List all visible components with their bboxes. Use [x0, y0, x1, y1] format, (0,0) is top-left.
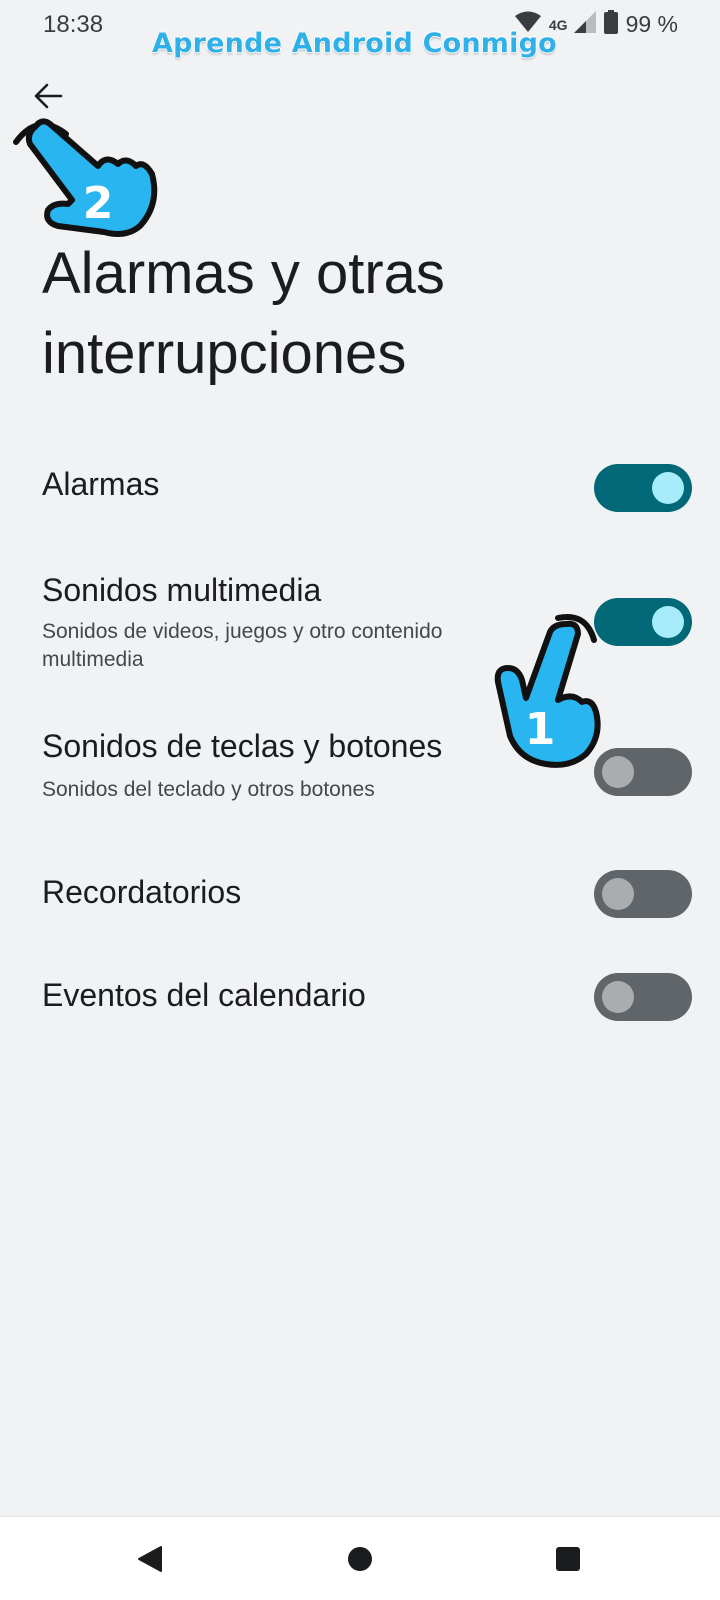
battery-icon [603, 10, 618, 39]
pref-summary: Sonidos del teclado y otros botones [42, 778, 375, 801]
triangle-back-icon [138, 1545, 162, 1572]
switch-thumb [652, 606, 684, 638]
pref-summary: Sonidos de videos, juegos y otro conteni… [42, 620, 443, 671]
system-nav-bar [0, 1516, 720, 1600]
pref-title: Alarmas [42, 466, 160, 502]
pref-title: Eventos del calendario [42, 977, 366, 1013]
pref-row-sonidos-multimedia[interactable]: Sonidos multimedia Sonidos de videos, ju… [0, 560, 720, 680]
signal-icon [573, 11, 596, 38]
pref-row-alarmas[interactable]: Alarmas [0, 446, 720, 530]
switch-alarmas[interactable] [594, 464, 692, 512]
switch-thumb [652, 472, 684, 504]
switch-sonidos-multimedia[interactable] [594, 598, 692, 646]
pref-title: Sonidos de teclas y botones [42, 728, 443, 764]
page-title: Alarmas y otras interrupciones [42, 241, 445, 386]
switch-recordatorios[interactable] [594, 870, 692, 918]
back-button[interactable] [26, 74, 70, 118]
pref-row-eventos-calendario[interactable]: Eventos del calendario [0, 955, 720, 1039]
switch-thumb [602, 981, 634, 1013]
pref-title: Recordatorios [42, 874, 242, 910]
battery-level: 99 % [625, 11, 678, 37]
pref-row-recordatorios[interactable]: Recordatorios [0, 852, 720, 936]
switch-eventos-calendario[interactable] [594, 973, 692, 1021]
pref-title: Sonidos multimedia [42, 572, 322, 608]
step-number-2: 2 [83, 178, 114, 229]
status-time: 18:38 [43, 11, 104, 38]
switch-thumb [602, 756, 634, 788]
nav-home-button[interactable] [320, 1517, 400, 1600]
tap-hand-icon: 2 [13, 118, 158, 237]
pref-row-sonidos-teclas[interactable]: Sonidos de teclas y botones Sonidos del … [0, 722, 720, 818]
nav-back-button[interactable] [110, 1517, 190, 1600]
watermark-text: Aprende Android Conmigo [152, 28, 557, 59]
square-recents-icon [556, 1546, 580, 1571]
switch-sonidos-teclas[interactable] [594, 748, 692, 796]
switch-thumb [602, 878, 634, 910]
circle-home-icon [348, 1546, 372, 1571]
nav-recents-button[interactable] [528, 1517, 608, 1600]
arrow-back-icon [34, 83, 63, 109]
